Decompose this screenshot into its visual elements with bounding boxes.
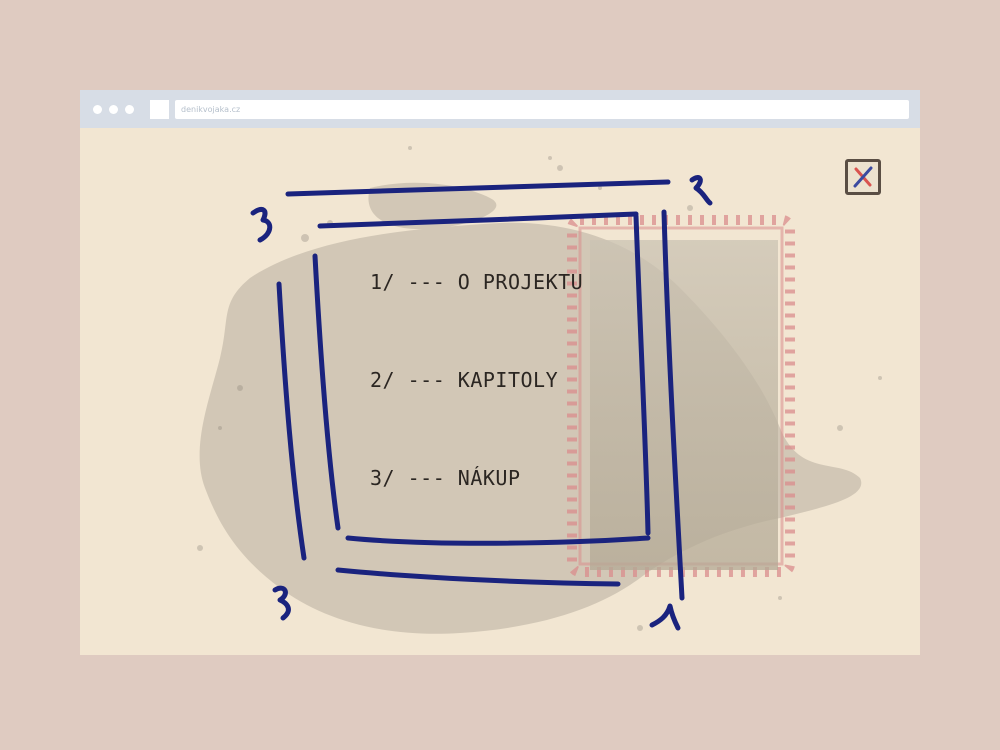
window-dot-close[interactable] (93, 105, 102, 114)
window-dot-maximize[interactable] (125, 105, 134, 114)
browser-tab-icon[interactable] (150, 100, 169, 119)
menu-item-kapitoly[interactable]: 2/ --- KAPITOLY (370, 368, 558, 392)
menu-item-o-projektu[interactable]: 1/ --- O PROJEKTU (370, 270, 583, 294)
close-x-icon (853, 166, 873, 188)
close-button[interactable] (845, 159, 881, 195)
address-bar[interactable]: denikvojaka.cz (175, 100, 909, 119)
menu-item-nakup[interactable]: 3/ --- NÁKUP (370, 466, 521, 490)
browser-window: denikvojaka.cz 1/ --- O PROJEKTU 2/ --- … (80, 90, 920, 655)
browser-titlebar: denikvojaka.cz (80, 90, 920, 128)
window-dot-minimize[interactable] (109, 105, 118, 114)
page-content: 1/ --- O PROJEKTU 2/ --- KAPITOLY 3/ ---… (80, 128, 920, 655)
